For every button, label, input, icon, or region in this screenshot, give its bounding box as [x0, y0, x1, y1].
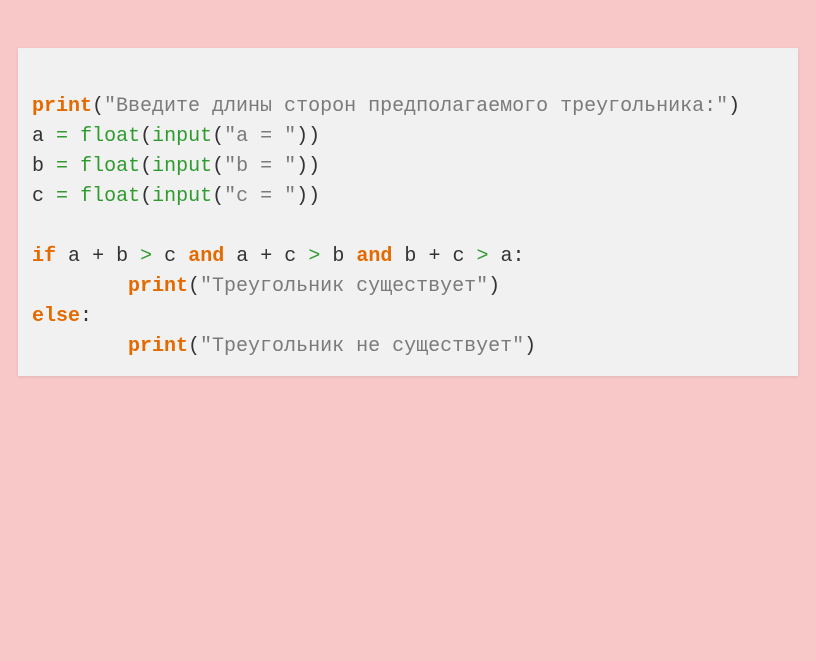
keyword-if: if — [32, 245, 56, 268]
function-input: input — [152, 155, 212, 178]
keyword-print: print — [128, 335, 188, 358]
operator-eq: = — [56, 185, 68, 208]
code-line-7: print("Треугольник существует") — [32, 275, 500, 298]
keyword-and: and — [188, 245, 224, 268]
code-line-2: a = float(input("a = ")) — [32, 125, 320, 148]
function-float: float — [80, 185, 140, 208]
code-line-8: else: — [32, 305, 92, 328]
function-input: input — [152, 185, 212, 208]
function-input: input — [152, 125, 212, 148]
code-block: print("Введите длины сторон предполагаем… — [18, 48, 798, 376]
code-line-1: print("Введите длины сторон предполагаем… — [32, 95, 740, 118]
keyword-print: print — [32, 95, 92, 118]
variable-c: c — [32, 185, 44, 208]
operator-gt: > — [308, 245, 320, 268]
keyword-and: and — [356, 245, 392, 268]
string-literal: "c = " — [224, 185, 296, 208]
operator-eq: = — [56, 125, 68, 148]
keyword-else: else — [32, 305, 80, 328]
code-line-3: b = float(input("b = ")) — [32, 155, 320, 178]
string-literal: "a = " — [224, 125, 296, 148]
string-literal: "b = " — [224, 155, 296, 178]
operator-gt: > — [477, 245, 489, 268]
code-line-6: if a + b > c and a + c > b and b + c > a… — [32, 245, 525, 268]
variable-a: a — [32, 125, 44, 148]
string-literal: "Треугольник существует" — [200, 275, 488, 298]
code-line-4: c = float(input("c = ")) — [32, 185, 320, 208]
operator-eq: = — [56, 155, 68, 178]
function-float: float — [80, 155, 140, 178]
function-float: float — [80, 125, 140, 148]
keyword-print: print — [128, 275, 188, 298]
code-line-9: print("Треугольник не существует") — [32, 335, 536, 358]
string-literal: "Треугольник не существует" — [200, 335, 524, 358]
variable-b: b — [32, 155, 44, 178]
string-literal: "Введите длины сторон предполагаемого тр… — [104, 95, 728, 118]
operator-gt: > — [140, 245, 152, 268]
